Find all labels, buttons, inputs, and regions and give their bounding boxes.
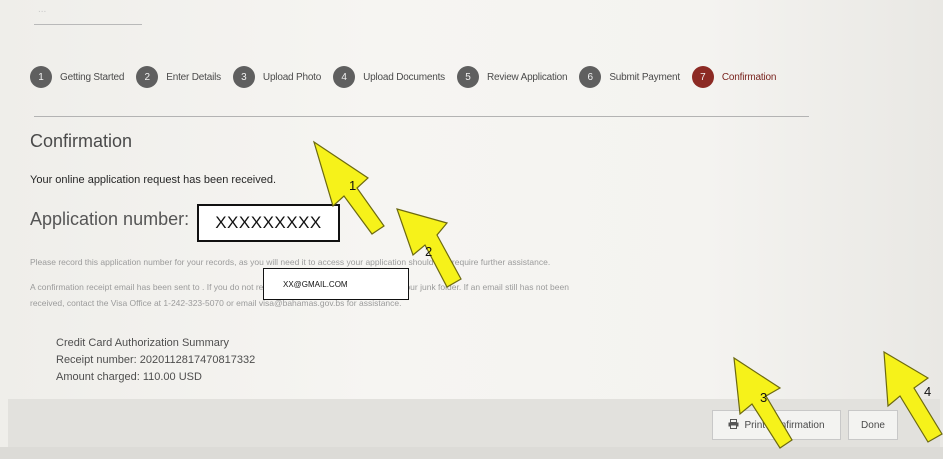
amount-charged: Amount charged: 110.00 USD: [56, 371, 202, 383]
step-number: 6: [579, 66, 602, 88]
bottom-strip: [0, 447, 943, 459]
step-number: 1: [30, 66, 52, 88]
annotation-number: 4: [924, 384, 931, 399]
annotation-number: 1: [349, 178, 356, 193]
step-label: Submit Payment: [609, 71, 680, 83]
application-number-value: XXXXXXXXX: [197, 204, 340, 242]
header-divider: [34, 24, 142, 25]
steps-divider: [34, 116, 809, 117]
progress-steps: 1 Getting Started 2 Enter Details 3 Uplo…: [30, 64, 820, 90]
page-title: Confirmation: [30, 131, 133, 151]
record-note: Please record this application number fo…: [30, 257, 551, 267]
step-number: 4: [333, 66, 356, 88]
summary-heading: Credit Card Authorization Summary: [56, 337, 230, 349]
page: ... 1 Getting Started 2 Enter Details 3 …: [0, 0, 943, 459]
step-enter-details: 2 Enter Details: [136, 66, 221, 88]
confirmation-email-note: A confirmation receipt email has been se…: [30, 282, 569, 292]
step-upload-photo: 3 Upload Photo: [232, 66, 322, 88]
step-number-active: 7: [691, 66, 714, 88]
email-address-value: XX@GMAIL.COM: [263, 268, 409, 300]
print-confirmation-button[interactable]: Print Confirmation: [712, 410, 841, 440]
step-number: 3: [232, 66, 255, 88]
payment-summary: Credit Card Authorization Summary Receip…: [56, 335, 255, 386]
step-label: Enter Details: [166, 71, 221, 83]
confirmation-contact-note: received, contact the Visa Office at 1-2…: [30, 298, 402, 308]
step-label: Upload Photo: [262, 71, 322, 83]
step-number: 2: [136, 66, 159, 88]
step-upload-documents: 4 Upload Documents: [333, 66, 445, 88]
application-number-label: Application number:: [30, 209, 190, 229]
step-confirmation: 7 Confirmation: [691, 66, 777, 88]
faded-header-text: ...: [38, 4, 47, 15]
step-number: 5: [456, 66, 479, 88]
step-review-application: 5 Review Application: [456, 66, 568, 88]
step-getting-started: 1 Getting Started: [30, 66, 124, 88]
print-label: Print Confirmation: [744, 419, 825, 431]
step-submit-payment: 6 Submit Payment: [579, 66, 680, 88]
step-label: Getting Started: [60, 71, 125, 83]
step-label: Upload Documents: [363, 71, 445, 83]
printer-icon: [728, 418, 739, 432]
done-button[interactable]: Done: [848, 410, 898, 440]
step-label-active: Confirmation: [721, 71, 777, 83]
receipt-number: Receipt number: 2020112817470817332: [56, 354, 256, 366]
step-label: Review Application: [486, 71, 568, 83]
received-message: Your online application request has been…: [30, 174, 277, 186]
